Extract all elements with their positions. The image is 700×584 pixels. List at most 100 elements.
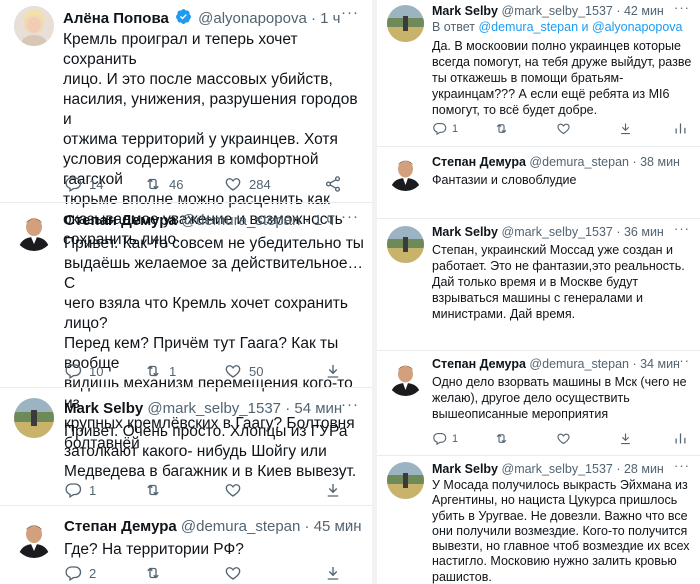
- share-icon: [325, 176, 341, 192]
- reply-prefix: В ответ: [432, 20, 475, 34]
- reply-button[interactable]: 1: [64, 481, 144, 499]
- retweet-icon: [147, 567, 159, 579]
- tweet-demura[interactable]: Степан Демура @demura_stepan · 1 ч ··· П…: [0, 203, 372, 452]
- author-handle[interactable]: @mark_selby_1537: [502, 225, 613, 239]
- author-name[interactable]: Mark Selby: [432, 4, 498, 18]
- retweet-button[interactable]: [144, 481, 224, 499]
- reply-button[interactable]: 10: [64, 362, 144, 380]
- tweet-time[interactable]: · 42 мин: [616, 4, 664, 18]
- reply-count: 14: [89, 176, 104, 192]
- more-options-icon[interactable]: ···: [341, 396, 359, 413]
- author-handle[interactable]: @demura_stepan: [181, 518, 300, 535]
- tweet-text: Степан, украинский Моссад уже создан и р…: [432, 243, 685, 321]
- like-button[interactable]: [556, 431, 618, 446]
- author-name[interactable]: Степан Демура: [64, 212, 177, 229]
- reply-button[interactable]: 2: [64, 564, 144, 582]
- author-name[interactable]: Алёна Попова: [63, 10, 169, 27]
- tweet-time[interactable]: · 34 мин: [632, 357, 680, 371]
- retweet-count: 46: [169, 176, 184, 192]
- share-button[interactable]: [618, 121, 673, 136]
- author-name[interactable]: Mark Selby: [432, 225, 498, 239]
- retweet-button[interactable]: 1: [144, 362, 224, 380]
- more-options-icon[interactable]: ···: [674, 353, 690, 368]
- tweet-actions: 2: [64, 564, 364, 582]
- tweet-time[interactable]: · 28 мин: [616, 462, 664, 476]
- like-button[interactable]: [556, 121, 618, 136]
- author-handle[interactable]: @mark_selby_1537: [147, 400, 281, 417]
- man-avatar-icon: [387, 359, 424, 396]
- more-options-icon[interactable]: ···: [674, 458, 690, 473]
- avatar[interactable]: [387, 154, 424, 191]
- tweet-time[interactable]: · 36 мин: [616, 225, 664, 239]
- tweet-header: Mark Selby @mark_selby_1537 · 28 мин: [432, 462, 664, 476]
- more-options-icon[interactable]: ···: [341, 4, 359, 21]
- like-button[interactable]: 284: [224, 175, 324, 193]
- reply-icon: [65, 566, 82, 581]
- retweet-count: 1: [169, 363, 177, 379]
- tweet-time[interactable]: · 38 мин: [632, 155, 680, 169]
- author-name[interactable]: Степан Демура: [64, 518, 177, 535]
- author-name[interactable]: Степан Демура: [432, 155, 526, 169]
- tweet-actions: 1: [64, 481, 364, 499]
- tweet-mark-selby[interactable]: Mark Selby @mark_selby_1537 · 54 мин ···…: [0, 388, 372, 504]
- analytics-button[interactable]: [673, 431, 688, 446]
- author-handle[interactable]: @mark_selby_1537: [502, 4, 613, 18]
- tweet-alyonapopova[interactable]: Алёна Попова @alyonapopova · 1 ч ··· Кре…: [0, 0, 372, 248]
- avatar[interactable]: [387, 462, 424, 499]
- author-name[interactable]: Степан Демура: [432, 357, 526, 371]
- tweet-mark-selby[interactable]: Mark Selby @mark_selby_1537 · 36 мин ···…: [377, 219, 700, 349]
- author-handle[interactable]: @demura_stepan: [529, 155, 629, 169]
- reply-button[interactable]: 1: [432, 121, 494, 136]
- tweet-time[interactable]: · 1 ч: [311, 10, 341, 27]
- author-handle[interactable]: @mark_selby_1537: [502, 462, 613, 476]
- share-arrow-icon: [621, 123, 630, 135]
- avatar[interactable]: [14, 518, 54, 558]
- retweet-icon: [147, 178, 159, 190]
- share-button[interactable]: [324, 564, 342, 582]
- tweet-demura[interactable]: Степан Демура @demura_stepan · 38 мин Фа…: [377, 147, 700, 217]
- tweet-demura[interactable]: Степан Демура @demura_stepan · 45 мин ··…: [0, 506, 372, 584]
- share-button[interactable]: [324, 362, 342, 380]
- reply-button[interactable]: 14: [64, 175, 144, 193]
- retweet-button[interactable]: 46: [144, 175, 224, 193]
- avatar[interactable]: [387, 359, 424, 396]
- like-button[interactable]: [224, 564, 324, 582]
- verified-badge-icon: [175, 8, 192, 29]
- retweet-icon: [496, 123, 507, 134]
- tweet-mark-selby[interactable]: Mark Selby @mark_selby_1537 · 42 мин ···…: [377, 0, 700, 142]
- share-button[interactable]: [618, 431, 673, 446]
- tweet-time[interactable]: · 54 мин: [285, 400, 342, 417]
- author-handle[interactable]: @demura_stepan: [181, 212, 300, 229]
- avatar[interactable]: [387, 5, 424, 42]
- reply-button[interactable]: 1: [432, 431, 494, 446]
- author-name[interactable]: Mark Selby: [432, 462, 498, 476]
- tweet-demura[interactable]: Степан Демура @demura_stepan · 34 мин ··…: [377, 351, 700, 451]
- author-name[interactable]: Mark Selby: [64, 400, 143, 417]
- more-options-icon[interactable]: ···: [341, 208, 359, 225]
- author-handle[interactable]: @alyonapopova: [198, 10, 307, 27]
- retweet-button[interactable]: [494, 431, 556, 446]
- like-button[interactable]: 50: [224, 362, 324, 380]
- tweet-mark-selby[interactable]: Mark Selby @mark_selby_1537 · 28 мин ···…: [377, 456, 700, 584]
- share-button[interactable]: [324, 175, 342, 193]
- tweet-actions: 1: [432, 431, 697, 446]
- avatar[interactable]: [14, 398, 54, 438]
- more-options-icon[interactable]: ···: [341, 514, 359, 531]
- author-handle[interactable]: @demura_stepan: [529, 357, 629, 371]
- more-options-icon[interactable]: ···: [674, 221, 690, 236]
- tweet-time[interactable]: · 1 ч: [305, 212, 335, 229]
- reply-count: 1: [452, 432, 459, 445]
- tweet-text: Фантазии и словоблудие: [432, 173, 577, 187]
- reply-to-handles[interactable]: @demura_stepan и @alyonapopova: [478, 20, 682, 34]
- avatar[interactable]: [14, 211, 54, 251]
- avatar[interactable]: [14, 6, 54, 46]
- retweet-button[interactable]: [144, 564, 224, 582]
- more-options-icon[interactable]: ···: [674, 0, 690, 15]
- field-avatar-icon: [387, 226, 424, 263]
- share-button[interactable]: [324, 481, 342, 499]
- avatar[interactable]: [387, 226, 424, 263]
- like-button[interactable]: [224, 481, 324, 499]
- share-arrow-icon: [327, 567, 339, 580]
- retweet-button[interactable]: [494, 121, 556, 136]
- analytics-button[interactable]: [673, 121, 688, 136]
